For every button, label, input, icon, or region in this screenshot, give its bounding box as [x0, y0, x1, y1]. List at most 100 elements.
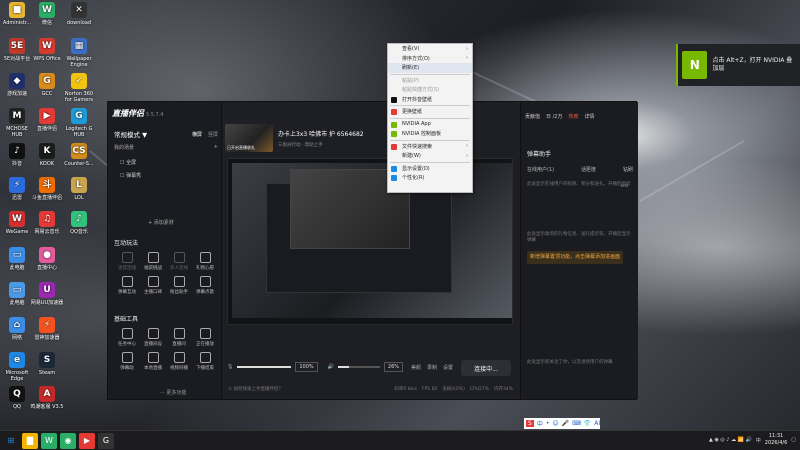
context-menu-item[interactable]: 更换壁纸	[388, 107, 472, 117]
desktop-icon[interactable]: A 鸣潮客服 V3.5	[30, 386, 64, 410]
room-title[interactable]: 办卡上3x3 哈佛市 护 6564682	[278, 129, 364, 138]
ime-item[interactable]: ⌨	[572, 420, 581, 427]
context-menu-item[interactable]: 打开抖音壁纸	[388, 95, 472, 105]
desktop-icon[interactable]: K KOOK	[30, 143, 64, 167]
mic-volume-slider[interactable]	[237, 366, 292, 368]
room-cover[interactable]: 已开启直播收礼	[225, 124, 273, 152]
desktop-icon[interactable]: ■ Administr...	[0, 2, 34, 26]
desktop-icon[interactable]: ⚡ 雷神加速器	[30, 317, 64, 341]
context-menu-item[interactable]: 查看(V) ›	[388, 44, 472, 54]
speaker-volume-slider[interactable]	[337, 366, 380, 368]
wechat-taskbar-icon[interactable]: W	[41, 432, 57, 449]
start-taskbar-icon[interactable]: ⊞	[3, 433, 19, 449]
basic-tool[interactable]: 任务中心	[114, 328, 140, 347]
context-menu-item[interactable]: NVIDIA 控制面板	[388, 129, 472, 139]
ime-item[interactable]: ☺	[552, 420, 558, 427]
more-functions-button[interactable]: ··· 更多功能	[160, 389, 186, 396]
clock[interactable]: 11:31 2026/4/6	[765, 433, 787, 447]
context-menu-item[interactable]: 显示设置(D)	[388, 164, 472, 174]
desktop-icon[interactable]: ♫ 网易云音乐	[30, 211, 64, 235]
scene-item-danmu[interactable]: ☐ 弹幕秀	[120, 172, 141, 179]
desktop-icon[interactable]: ⌂ 网络	[0, 317, 34, 341]
interact-tool[interactable]: 福袋挑战	[140, 252, 166, 271]
desktop-icon[interactable]: ▭ 此电脑	[0, 282, 34, 306]
interact-tool[interactable]: 语音连线	[114, 252, 140, 271]
ime-item[interactable]: 👕	[584, 420, 591, 427]
desktop-icon[interactable]: S Steam	[30, 352, 64, 376]
ime-item[interactable]: AI	[594, 420, 600, 427]
basic-tool[interactable]: 弹幕助	[114, 352, 140, 371]
interact-tool[interactable]: 礼物心愿	[192, 252, 218, 271]
interact-tool[interactable]: 多人连线	[166, 252, 192, 271]
desktop-icon[interactable]: ● 直播中心	[30, 247, 64, 271]
desktop-icon[interactable]: W WeGame	[0, 211, 34, 235]
ime-language[interactable]: 中	[756, 437, 761, 444]
desktop-icon[interactable]: ▭ 此电脑	[0, 247, 34, 271]
desktop-icon[interactable]: e Microsoft Edge	[0, 352, 34, 382]
scene-item-fullscreen[interactable]: ☐ 全屏	[120, 159, 136, 166]
interact-tool[interactable]: 主播口碑	[140, 276, 166, 295]
settings-button[interactable]: 设置	[443, 364, 453, 371]
context-menu-item[interactable]: 刷新(E)	[388, 63, 472, 73]
desktop-icon[interactable]: CS Counter-S...	[62, 143, 96, 167]
zhibo-taskbar-icon[interactable]: ▶	[79, 432, 95, 449]
tray-icons[interactable]: ▲ ◉ ◎ ♪ ☁ 📶 🔊	[709, 437, 752, 443]
basic-tool[interactable]: 下播结束	[192, 352, 218, 371]
desktop-icon[interactable]: L LOL	[62, 177, 96, 201]
desktop-icon[interactable]: M MCHOSE HUB	[0, 108, 34, 138]
desktop-icon[interactable]: G GCC	[30, 73, 64, 97]
desktop-icon[interactable]: 5E 5E对战平台	[0, 38, 34, 62]
basic-tool[interactable]: 本地直播	[140, 352, 166, 371]
wechat2-taskbar-icon[interactable]: ◉	[60, 432, 76, 449]
desktop-icon[interactable]: Q QQ	[0, 386, 34, 410]
speaker-icon[interactable]: 🔊	[328, 364, 334, 370]
desktop-icon[interactable]: U 网易UU加速器	[30, 282, 64, 306]
record-button[interactable]: 录制	[427, 364, 437, 371]
ime-toolbar[interactable]: S 中 • ☺ 🎤 ⌨ 👕 AI	[524, 418, 600, 429]
context-menu-item[interactable]: NVIDIA App	[388, 120, 472, 130]
desktop-icon[interactable]: ✓ Norton 360 for Gamers	[62, 73, 96, 103]
beauty-button[interactable]: 美颜	[411, 364, 421, 371]
tab-online-users[interactable]: 在线用户(1)	[527, 166, 554, 173]
nvidia-toast[interactable]: N 点击 Alt+Z，打开 NVIDIA 叠加层	[676, 44, 800, 86]
desktop-icon[interactable]: ◆ 游戏加速	[0, 73, 34, 97]
basic-tool[interactable]: 直播间设	[140, 328, 166, 347]
desktop-icon[interactable]: ♪ QQ音乐	[62, 211, 96, 235]
context-menu-item[interactable]: 个性化(R)	[388, 173, 472, 183]
context-menu-item[interactable]: 粘贴(P)	[388, 76, 472, 86]
interact-tool[interactable]: 弹幕互动	[114, 276, 140, 295]
desktop-icon[interactable]: ✕ download	[62, 2, 96, 26]
explorer-taskbar-icon[interactable]: ▇	[22, 432, 38, 449]
desktop-icon[interactable]: ♪ 抖音	[0, 143, 34, 167]
ime-item[interactable]: S	[526, 420, 534, 427]
speaker-volume-value[interactable]: 26%	[383, 362, 404, 372]
notification-icon[interactable]: ▢	[791, 437, 796, 443]
context-menu-item[interactable]: 排序方式(O) ›	[388, 54, 472, 64]
basic-tool[interactable]: 直播间	[166, 328, 192, 347]
contribution-label[interactable]: 贡献值	[525, 113, 540, 120]
context-menu-item[interactable]: 文件快速搜索 ›	[388, 142, 472, 152]
tab-landscape[interactable]: 横屏	[192, 132, 202, 138]
danmu-notice[interactable]: 新增弹幕置顶功能，点击弹幕添加进画面	[527, 251, 623, 264]
desktop-icon[interactable]: W WPS Office	[30, 38, 64, 62]
desktop-icon[interactable]: 斗斗鱼直播伴侣	[30, 177, 64, 201]
tab-diamond[interactable]: 钻刷	[623, 166, 633, 173]
interact-tool[interactable]: 粉丝助手	[166, 276, 192, 295]
desktop-icon[interactable]: W 微信	[30, 2, 64, 26]
desktop-icon[interactable]: ▶ 直播伴侣	[30, 108, 64, 132]
add-scene-button[interactable]: +	[214, 144, 218, 151]
context-menu-item[interactable]: 新建(W) ›	[388, 151, 472, 161]
basic-tool[interactable]: 视频同播	[166, 352, 192, 371]
wegame-taskbar-icon[interactable]: G	[98, 432, 114, 449]
desktop-icon[interactable]: ⚡ 迅雷	[0, 177, 34, 201]
start-live-button[interactable]: 连接中...	[461, 360, 511, 376]
help-link[interactable]: ① 如何快速上手直播伴侣？	[228, 386, 283, 392]
interact-tool[interactable]: 弹幕点歌	[192, 276, 218, 295]
mic-icon[interactable]: 🎙	[227, 364, 233, 370]
ime-item[interactable]: •	[546, 420, 550, 427]
ime-item[interactable]: 🎤	[562, 420, 569, 427]
mode-dropdown[interactable]: 常规模式 ▼	[114, 129, 147, 139]
context-menu-item[interactable]: 粘贴快捷方式(S)	[388, 85, 472, 95]
tab-portrait[interactable]: 竖屏	[208, 132, 218, 138]
detail-label[interactable]: 详情	[585, 113, 595, 120]
